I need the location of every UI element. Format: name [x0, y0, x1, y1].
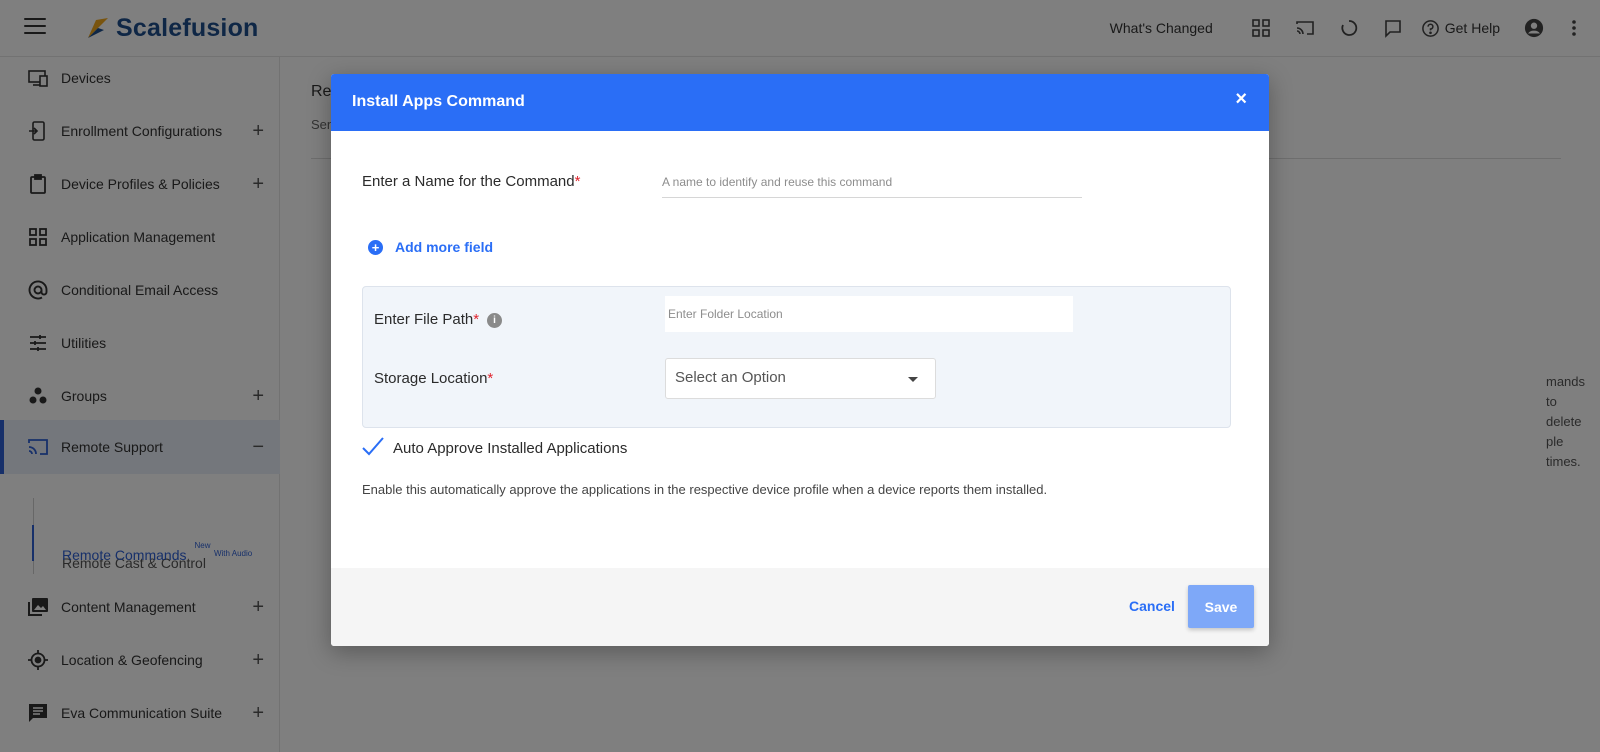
file-path-label: Enter File Path* i: [374, 311, 503, 328]
storage-location-select[interactable]: Select an Option: [665, 358, 936, 399]
auto-approve-label[interactable]: Auto Approve Installed Applications: [393, 440, 627, 457]
field-label-text: Storage Location: [374, 370, 488, 387]
auto-approve-hint: Enable this automatically approve the ap…: [362, 482, 1048, 497]
add-more-field-button[interactable]: + Add more field: [368, 239, 493, 255]
dialog-header: Install Apps Command ×: [331, 74, 1269, 131]
auto-approve-checkbox[interactable]: [361, 436, 385, 456]
file-path-input[interactable]: [665, 296, 1073, 332]
dialog-title: Install Apps Command: [352, 93, 525, 110]
field-label-text: Enter a Name for the Command: [362, 173, 575, 190]
command-name-label: Enter a Name for the Command*: [362, 173, 580, 190]
required-mark: *: [487, 370, 494, 387]
dialog-footer: Cancel Save: [331, 568, 1269, 646]
add-more-field-label: Add more field: [395, 239, 494, 255]
field-group: Enter File Path*i Storage Location* Sele…: [362, 286, 1231, 428]
close-icon[interactable]: ×: [1235, 89, 1247, 109]
storage-location-label: Storage Location*: [374, 370, 493, 387]
save-button[interactable]: Save: [1188, 585, 1254, 628]
command-name-input[interactable]: [662, 166, 1082, 198]
cancel-button[interactable]: Cancel: [1129, 598, 1175, 614]
required-mark: *: [473, 311, 480, 328]
install-apps-dialog: Install Apps Command × Enter a Name for …: [331, 74, 1269, 646]
add-circle-icon: +: [368, 239, 383, 255]
field-label-text: Enter File Path: [374, 311, 474, 328]
dropdown-arrow-icon: [908, 377, 918, 382]
select-value: Select an Option: [675, 369, 786, 386]
required-mark: *: [574, 173, 581, 190]
info-icon[interactable]: i: [487, 312, 503, 328]
